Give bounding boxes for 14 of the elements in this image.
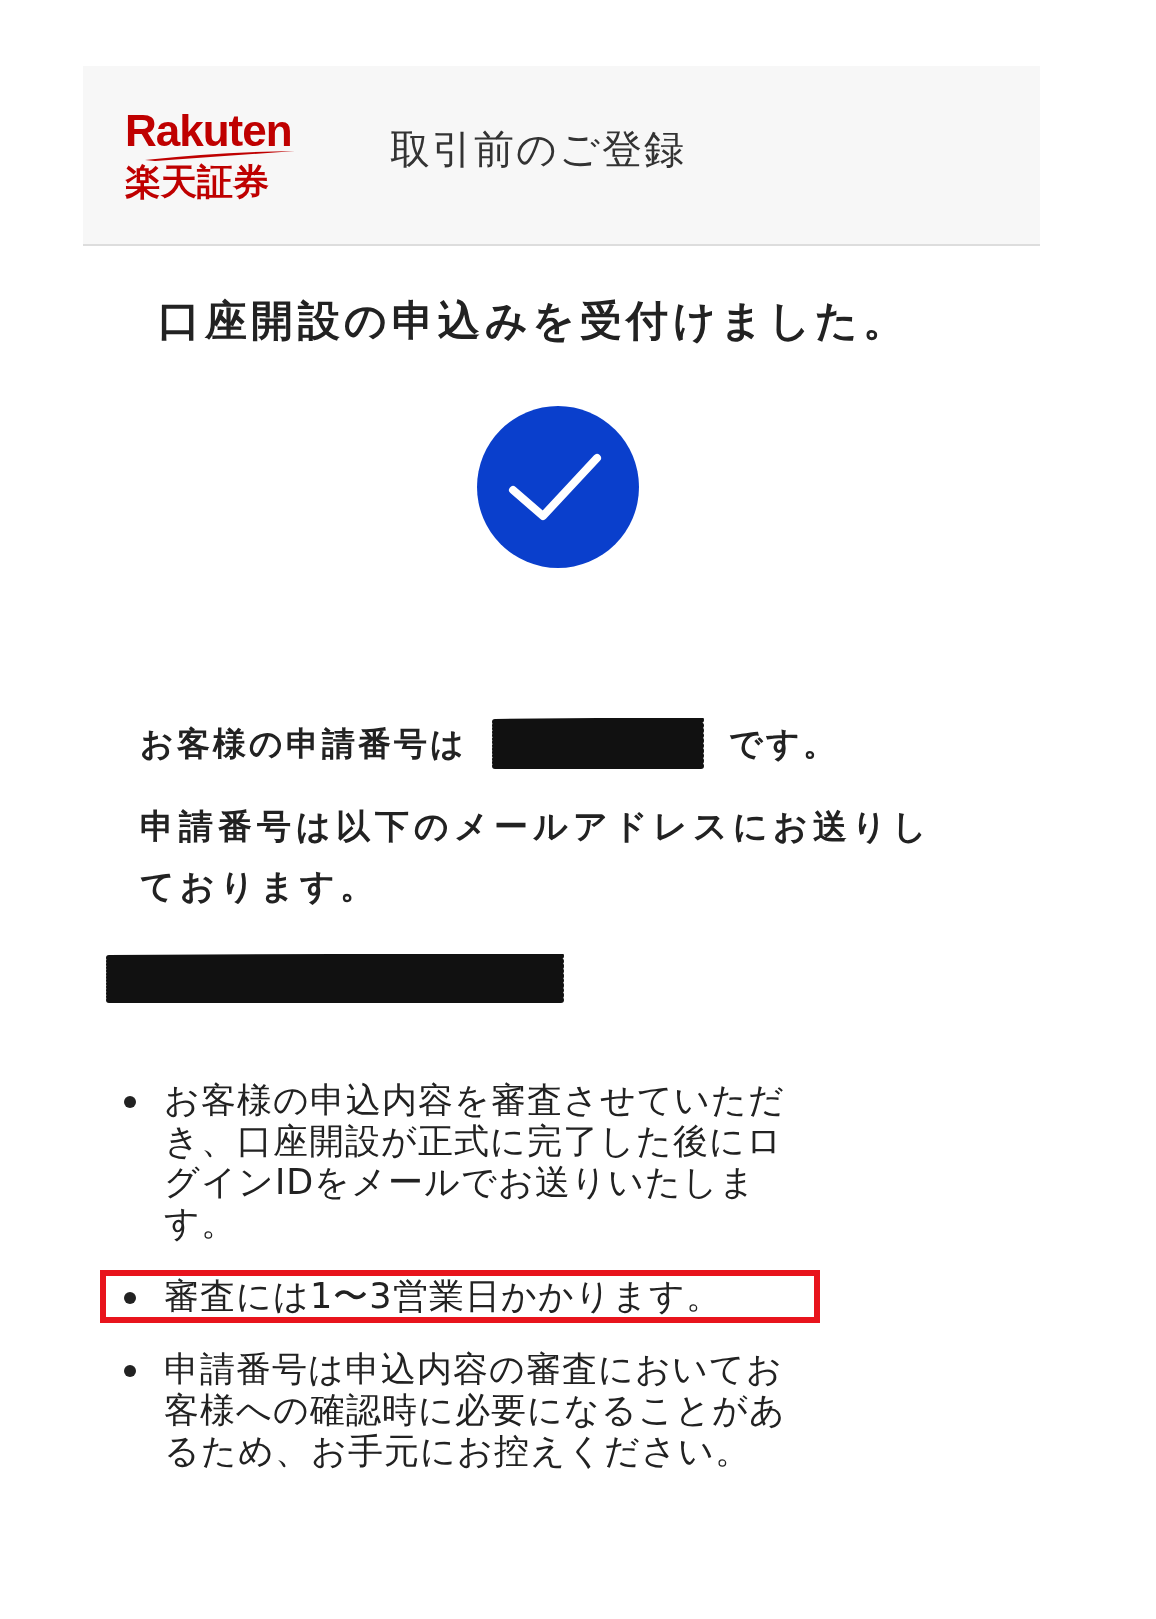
- bullet-icon: [124, 1365, 136, 1378]
- bullet-icon: [124, 1096, 136, 1109]
- sentence-text: です。: [729, 722, 839, 765]
- logo-subtitle: 楽天証券: [125, 163, 269, 201]
- note-text: 申請番号は申込内容の審査においてお客様への確認時に必要になることがあるため、お手元にお控えください。: [164, 1349, 787, 1473]
- confirmation-heading: 口座開設の申込みを受付けました。: [158, 296, 910, 347]
- email-notice: 申請番号は以下のメールアドレスにお送りしております。: [140, 805, 933, 909]
- bullet-icon: [124, 1292, 136, 1305]
- logo-wordmark: Rakuten: [125, 109, 292, 154]
- sentence-text: お客様の申請番号は: [140, 722, 467, 765]
- page-title: 取引前のご登録: [390, 124, 686, 174]
- note-text: 審査には1〜3営業日かかります。: [164, 1276, 722, 1318]
- note-text: お客様の申込内容を審査させていただき、口座開設が正式に完了した後にログインIDをメールでお送りいたします。: [164, 1080, 786, 1245]
- checkmark-icon: [477, 406, 639, 569]
